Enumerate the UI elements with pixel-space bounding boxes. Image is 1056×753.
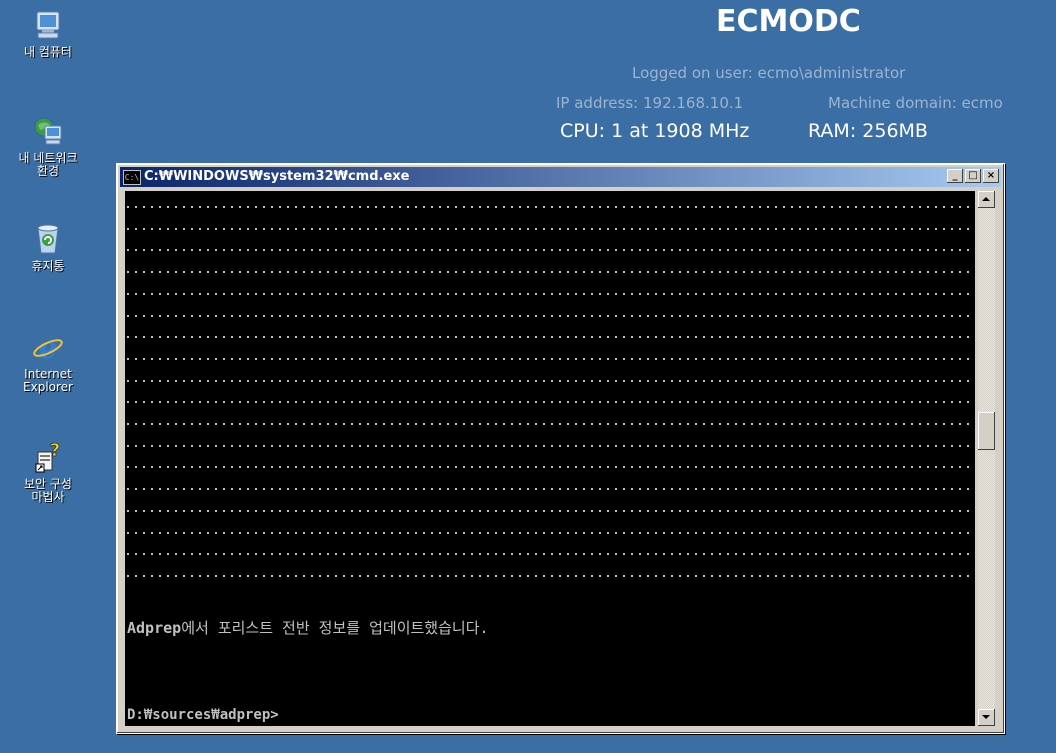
svg-text:e: e — [38, 331, 57, 364]
console-dotted-line — [127, 466, 973, 469]
console-dotted-line — [127, 292, 973, 295]
bginfo-ram: RAM: 256MB — [808, 120, 928, 142]
scrollbar-thumb[interactable] — [978, 411, 995, 450]
close-button[interactable]: × — [983, 169, 999, 183]
maximize-button[interactable]: □ — [965, 169, 981, 183]
desktop-icon-label: 내 컴퓨터 — [24, 45, 72, 59]
console-dotted-line — [127, 206, 973, 208]
cmd-app-icon[interactable]: C:\ — [123, 170, 141, 185]
console-message-text: 에서 포리스트 전반 정보를 업데이트했습니다. — [181, 619, 489, 637]
cmd-window[interactable]: C:\ C:₩WINDOWS₩system32₩cmd.exe _ □ × Ad… — [116, 163, 1005, 734]
scroll-down-button[interactable] — [978, 709, 995, 726]
desktop-icon-internet-explorer[interactable]: e Internet Explorer — [0, 330, 98, 394]
bginfo-hostname: ECMODC — [716, 4, 861, 39]
recycle-bin-icon — [31, 222, 65, 256]
console-dotted-line — [127, 423, 973, 425]
console-dotted-line — [127, 574, 973, 577]
console-dotted-line — [127, 271, 973, 274]
arrow-down-icon — [982, 715, 990, 719]
bginfo-ip-address: IP address: 192.168.10.1 — [556, 94, 744, 112]
console-dotted-line — [127, 336, 973, 339]
console-dotted-line — [127, 444, 973, 447]
console-dotted-line — [127, 401, 973, 404]
console-dotted-line — [127, 249, 973, 252]
desktop-icon-label: 휴지통 — [31, 259, 65, 273]
vertical-scrollbar[interactable] — [978, 191, 995, 726]
scroll-up-button[interactable] — [978, 191, 995, 208]
console-output[interactable]: Adprep에서 포리스트 전반 정보를 업데이트했습니다. D:₩source… — [125, 191, 975, 726]
bginfo-cpu: CPU: 1 at 1908 MHz — [560, 120, 750, 142]
window-title-bar[interactable]: C:\ C:₩WINDOWS₩system32₩cmd.exe _ □ × — [120, 167, 1001, 187]
desktop-icon-label: Internet Explorer — [23, 367, 73, 394]
network-places-icon — [31, 114, 65, 148]
desktop-icon-label: 보안 구성 마법사 — [24, 477, 72, 504]
desktop-icon-security-wizard[interactable]: ? 보안 구성 마법사 — [0, 440, 98, 504]
console-dotted-line — [127, 488, 973, 491]
console-dotted-line — [127, 379, 973, 382]
console-dotted-line — [127, 357, 973, 360]
security-wizard-icon: ? — [31, 440, 65, 474]
minimize-button[interactable]: _ — [947, 169, 963, 183]
desktop-icon-recycle-bin[interactable]: 휴지통 — [0, 222, 98, 273]
desktop-icon-my-computer[interactable]: 내 컴퓨터 — [0, 8, 98, 59]
bginfo-machine-domain: Machine domain: ecmo — [828, 94, 1003, 112]
console-dotted-line — [127, 509, 973, 512]
desktop-icon-network-places[interactable]: 내 네트워크 환경 — [0, 114, 98, 178]
console-dotted-line — [127, 314, 973, 317]
console-dotted-line — [127, 531, 973, 534]
console-message-prefix: Adprep — [127, 619, 182, 637]
window-title: C:₩WINDOWS₩system32₩cmd.exe — [144, 169, 410, 184]
my-computer-icon — [31, 8, 65, 42]
desktop-icon-label: 내 네트워크 환경 — [18, 151, 78, 178]
internet-explorer-icon: e — [31, 330, 65, 366]
arrow-up-icon — [982, 197, 990, 201]
bginfo-logged-on-user: Logged on user: ecmo\administrator — [632, 64, 906, 82]
console-message: Adprep에서 포리스트 전반 정보를 업데이트했습니다. — [127, 617, 489, 638]
console-dotted-line — [127, 553, 973, 556]
svg-text:?: ? — [50, 440, 60, 461]
console-prompt[interactable]: D:₩sources₩adprep> — [127, 707, 279, 723]
console-dotted-line — [127, 227, 973, 230]
